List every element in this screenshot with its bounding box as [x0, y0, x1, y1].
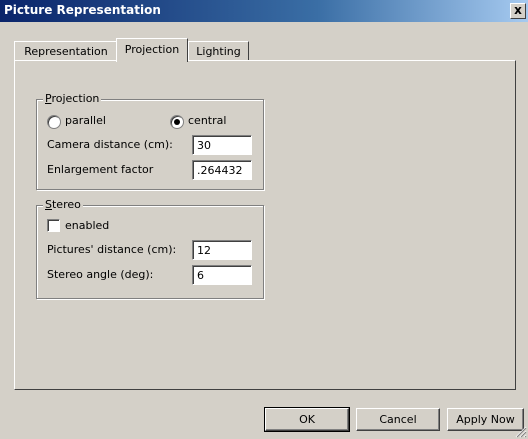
stereo-enabled-checkbox[interactable]	[47, 219, 60, 232]
camera-distance-label: Camera distance (cm):	[47, 138, 173, 151]
central-label[interactable]: central	[188, 114, 226, 127]
enlargement-factor-input[interactable]: .264432	[192, 160, 252, 180]
stereo-angle-input[interactable]: 6	[192, 265, 252, 285]
projection-group: Projection parallel central Camera dista…	[36, 92, 264, 190]
projection-group-label: Projection	[43, 92, 102, 105]
parallel-label[interactable]: parallel	[65, 114, 106, 127]
tab-lighting[interactable]: Lighting	[188, 41, 249, 61]
close-button[interactable]: x	[510, 3, 526, 19]
tab-projection[interactable]: Projection	[116, 38, 188, 62]
stereo-group: Stereo enabled Pictures' distance (cm): …	[36, 198, 264, 299]
ok-button[interactable]: OK	[264, 407, 350, 432]
pictures-distance-label: Pictures' distance (cm):	[47, 243, 177, 256]
tab-representation[interactable]: Representation	[14, 41, 118, 61]
enlargement-factor-label: Enlargement factor	[47, 163, 154, 176]
radio-selected-dot	[174, 119, 180, 125]
cancel-button[interactable]: Cancel	[356, 408, 440, 431]
parallel-radio[interactable]	[47, 115, 61, 129]
stereo-enabled-label[interactable]: enabled	[65, 219, 109, 232]
tab-panel-projection: Projection parallel central Camera dista…	[14, 60, 516, 390]
central-radio[interactable]	[170, 115, 184, 129]
camera-distance-input[interactable]: 30	[192, 135, 252, 155]
stereo-group-label: Stereo	[43, 198, 83, 211]
pictures-distance-input[interactable]: 12	[192, 240, 252, 260]
stereo-angle-label: Stereo angle (deg):	[47, 268, 154, 281]
apply-now-button[interactable]: Apply Now	[447, 408, 524, 431]
close-icon: x	[514, 3, 522, 17]
resize-grip-icon[interactable]	[515, 426, 527, 438]
title-bar[interactable]: Picture Representation x	[0, 0, 528, 22]
window-title: Picture Representation	[4, 3, 161, 17]
